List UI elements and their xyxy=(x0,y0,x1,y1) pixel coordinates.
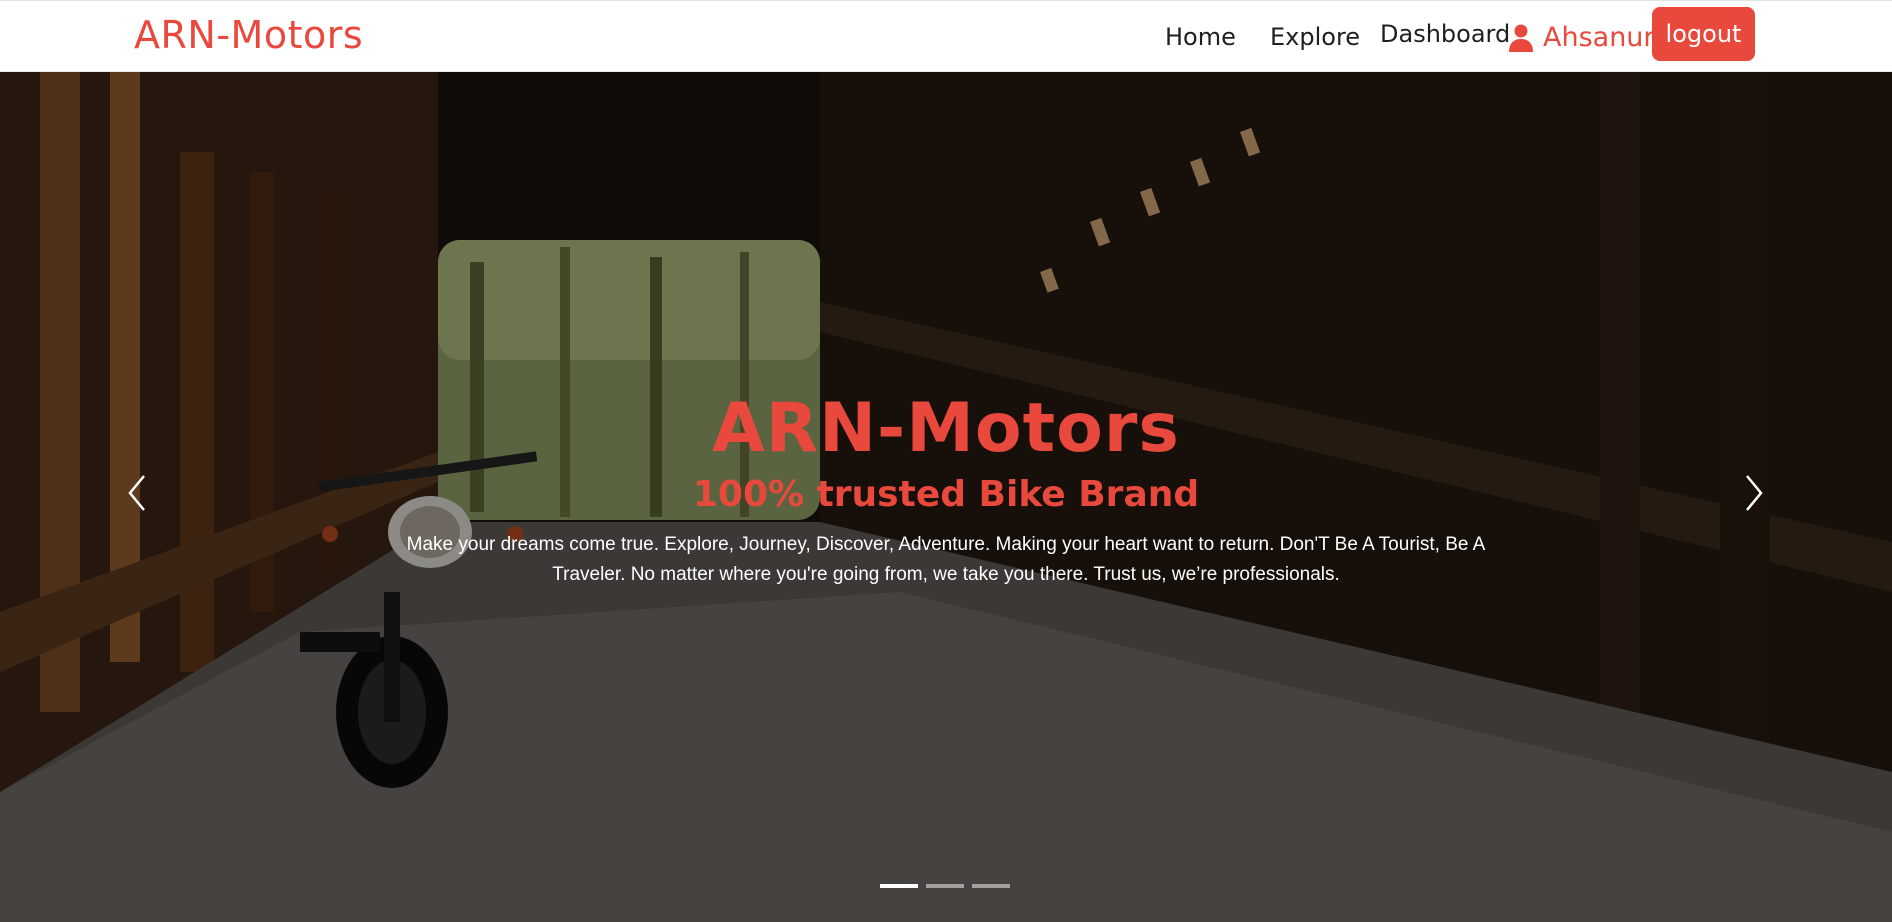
carousel-next-button[interactable] xyxy=(1733,468,1773,518)
chevron-right-icon xyxy=(1746,475,1763,511)
hero-carousel: ARN-Motors 100% trusted Bike Brand Make … xyxy=(0,72,1892,922)
user-display: Ahsanur xyxy=(1509,22,1655,53)
carousel-indicator-2[interactable] xyxy=(926,884,964,888)
nav-explore-link[interactable]: Explore xyxy=(1270,23,1360,51)
hero-caption: ARN-Motors 100% trusted Bike Brand Make … xyxy=(396,388,1496,590)
hero-subtitle: 100% trusted Bike Brand xyxy=(692,474,1200,515)
logout-button[interactable]: logout xyxy=(1652,7,1755,61)
carousel-indicators xyxy=(880,884,1010,888)
nav-dashboard-link[interactable]: Dashboard xyxy=(1380,20,1510,48)
carousel-prev-button[interactable] xyxy=(118,468,158,518)
user-name: Ahsanur xyxy=(1543,22,1655,53)
chevron-left-icon xyxy=(128,475,145,511)
hero-title: ARN-Motors xyxy=(712,389,1180,468)
carousel-indicator-3[interactable] xyxy=(972,884,1010,888)
hero-description: Make your dreams come true. Explore, Jou… xyxy=(406,534,1486,585)
nav-home-link[interactable]: Home xyxy=(1165,23,1236,51)
navbar: ARN-Motors Home Explore Dashboard Ahsanu… xyxy=(0,0,1892,72)
brand-logo[interactable]: ARN-Motors xyxy=(134,13,363,57)
carousel-indicator-1[interactable] xyxy=(880,884,918,888)
user-icon xyxy=(1509,24,1533,52)
